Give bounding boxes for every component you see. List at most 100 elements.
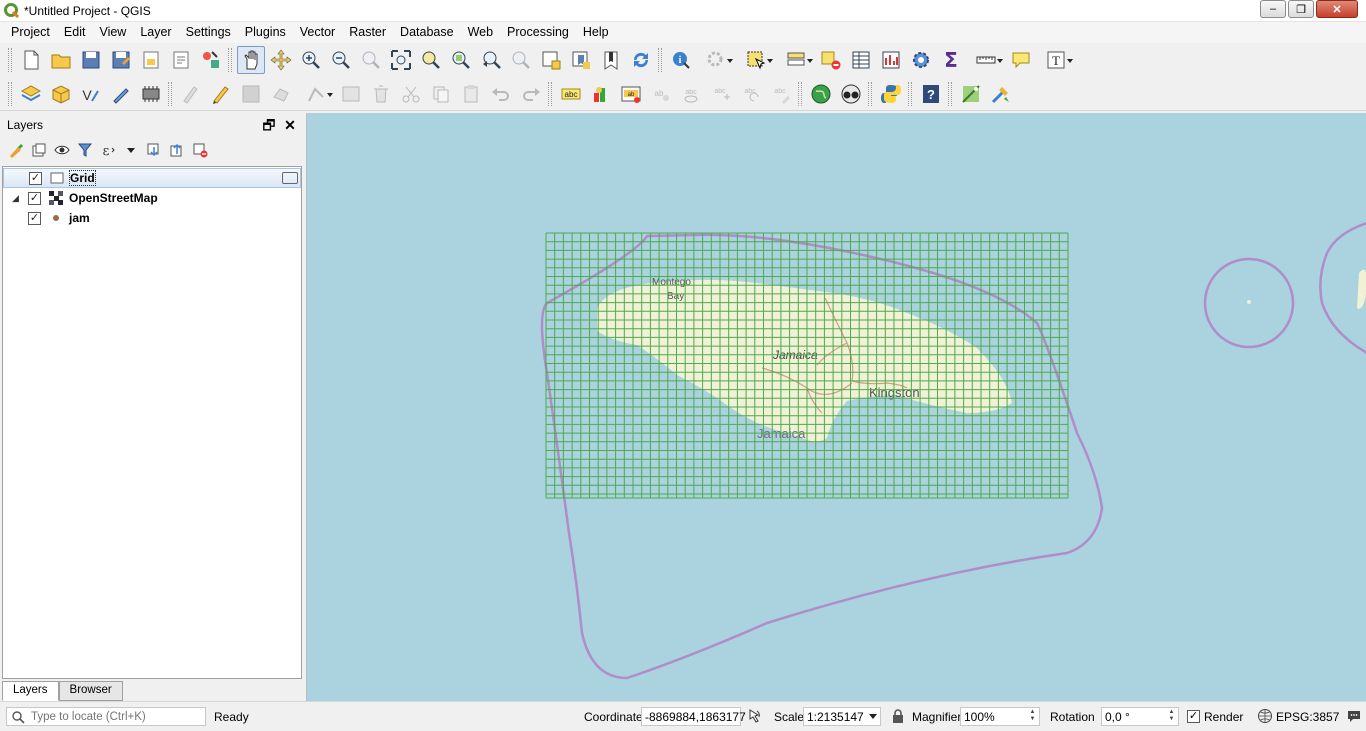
- close-panel-icon[interactable]: ✕: [282, 117, 298, 133]
- map-tips-icon[interactable]: [1007, 46, 1035, 74]
- attribute-table-icon[interactable]: [847, 46, 875, 74]
- change-label-icon[interactable]: abc: [767, 80, 795, 108]
- zoom-last-icon[interactable]: [477, 46, 505, 74]
- scale-combo[interactable]: 1:2135147: [803, 707, 881, 726]
- minimize-button[interactable]: –: [1260, 0, 1286, 18]
- crs-globe-icon[interactable]: [1257, 708, 1273, 724]
- move-label-icon[interactable]: abc: [707, 80, 735, 108]
- add-feature-icon[interactable]: [267, 80, 295, 108]
- toolbar-grip[interactable]: [908, 81, 912, 106]
- zoom-to-selection-icon[interactable]: [417, 46, 445, 74]
- toolbar-grip[interactable]: [548, 81, 552, 106]
- tab-browser[interactable]: Browser: [58, 681, 123, 701]
- restore-button[interactable]: ❐: [1288, 0, 1314, 18]
- toolbar-grip[interactable]: [868, 81, 872, 106]
- spin-arrows-icon[interactable]: ▲ ▼: [1166, 709, 1177, 724]
- labeling-abc-icon[interactable]: abc: [557, 80, 585, 108]
- toolbar-grip[interactable]: [228, 48, 232, 72]
- save-as-icon[interactable]: [107, 46, 135, 74]
- text-annotation-icon[interactable]: T: [1037, 46, 1075, 74]
- python-console-icon[interactable]: [877, 80, 905, 108]
- locator-search-input[interactable]: [31, 709, 201, 724]
- show-hide-labels-icon[interactable]: abc: [677, 80, 705, 108]
- save-edits-icon[interactable]: [237, 80, 265, 108]
- manage-visibility-eye-icon[interactable]: [52, 140, 72, 160]
- new-project-icon[interactable]: [17, 46, 45, 74]
- pan-to-selection-icon[interactable]: [267, 46, 295, 74]
- zoom-out-icon[interactable]: [327, 46, 355, 74]
- select-features-icon[interactable]: [737, 46, 775, 74]
- zoom-to-layer-icon[interactable]: [447, 46, 475, 74]
- field-calculator-sigma-icon[interactable]: Σ: [937, 46, 965, 74]
- menu-plugins[interactable]: Plugins: [238, 22, 293, 43]
- magnifier-spinbox[interactable]: 100% ▲ ▼: [960, 707, 1040, 726]
- modify-attributes-icon[interactable]: [337, 80, 365, 108]
- new-virtual-layer-icon[interactable]: [137, 80, 165, 108]
- filter-legend-icon[interactable]: [75, 140, 95, 160]
- map-canvas[interactable]: Montego Bay Jamaica Kingston Jamaica: [306, 113, 1366, 701]
- layer-expander-icon[interactable]: ◢: [12, 193, 22, 204]
- lock-icon[interactable]: [890, 708, 906, 724]
- identify-features-icon[interactable]: i: [667, 46, 695, 74]
- tab-layers[interactable]: Layers: [2, 681, 59, 701]
- run-action-icon[interactable]: [697, 46, 735, 74]
- locator-bar[interactable]: [6, 707, 206, 726]
- select-by-value-icon[interactable]: [777, 46, 815, 74]
- render-checkbox[interactable]: ✓: [1187, 710, 1200, 723]
- new-bookmark-icon[interactable]: [567, 46, 595, 74]
- spin-arrows-icon[interactable]: ▲ ▼: [1027, 709, 1038, 724]
- save-project-icon[interactable]: [77, 46, 105, 74]
- close-window-button[interactable]: ✕: [1316, 0, 1358, 18]
- layer-visibility-checkbox[interactable]: ✓: [28, 191, 41, 205]
- toolbar-grip[interactable]: [798, 81, 802, 106]
- crs-label[interactable]: EPSG:3857: [1276, 710, 1339, 724]
- layer-visibility-checkbox[interactable]: ✓: [29, 171, 42, 185]
- undo-icon[interactable]: [487, 80, 515, 108]
- dropdown-arrow-icon[interactable]: [121, 140, 141, 160]
- toolbar-grip[interactable]: [948, 81, 952, 106]
- zoom-native-icon[interactable]: [357, 46, 385, 74]
- pin-labels-icon[interactable]: ab: [647, 80, 675, 108]
- show-bookmarks-icon[interactable]: [597, 46, 625, 74]
- osm-plugin-icon[interactable]: [837, 80, 865, 108]
- menu-settings[interactable]: Settings: [179, 22, 238, 43]
- layer-row-grid[interactable]: ✓ Grid: [3, 168, 301, 188]
- deselect-features-icon[interactable]: [817, 46, 845, 74]
- cut-features-icon[interactable]: [397, 80, 425, 108]
- refresh-icon[interactable]: [627, 46, 655, 74]
- plugin-pattern-icon[interactable]: [957, 80, 985, 108]
- filter-expression-icon[interactable]: ε: [98, 140, 118, 160]
- new-spatialite-icon[interactable]: [107, 80, 135, 108]
- add-group-icon[interactable]: [29, 140, 49, 160]
- new-geopackage-icon[interactable]: [47, 80, 75, 108]
- measure-line-icon[interactable]: [967, 46, 1005, 74]
- collapse-all-icon[interactable]: [167, 140, 187, 160]
- layer-indicator-icon[interactable]: [282, 172, 298, 184]
- menu-project[interactable]: Project: [4, 22, 57, 43]
- layer-diagram-icon[interactable]: [587, 80, 615, 108]
- copy-features-icon[interactable]: [427, 80, 455, 108]
- menu-processing[interactable]: Processing: [500, 22, 576, 43]
- menu-layer[interactable]: Layer: [133, 22, 178, 43]
- toggle-editing-pencil-icon[interactable]: [207, 80, 235, 108]
- paste-features-icon[interactable]: [457, 80, 485, 108]
- expand-all-icon[interactable]: [144, 140, 164, 160]
- toggle-extents-mouse-icon[interactable]: [746, 708, 762, 724]
- new-print-layout-icon[interactable]: [137, 46, 165, 74]
- menu-web[interactable]: Web: [461, 22, 500, 43]
- toolbar-grip[interactable]: [168, 81, 172, 106]
- new-shapefile-icon[interactable]: V: [77, 80, 105, 108]
- vertex-tool-icon[interactable]: [297, 80, 335, 108]
- zoom-next-icon[interactable]: [507, 46, 535, 74]
- menu-database[interactable]: Database: [393, 22, 461, 43]
- help-icon[interactable]: ?: [917, 80, 945, 108]
- pan-map-icon[interactable]: [237, 46, 265, 74]
- style-manager-icon[interactable]: [197, 46, 225, 74]
- open-styling-icon[interactable]: [6, 140, 26, 160]
- current-edits-icon[interactable]: [177, 80, 205, 108]
- globe-plugin-icon[interactable]: [807, 80, 835, 108]
- zoom-full-icon[interactable]: [387, 46, 415, 74]
- plugin-tool-icon[interactable]: [987, 80, 1015, 108]
- menu-vector[interactable]: Vector: [293, 22, 342, 43]
- redo-icon[interactable]: [517, 80, 545, 108]
